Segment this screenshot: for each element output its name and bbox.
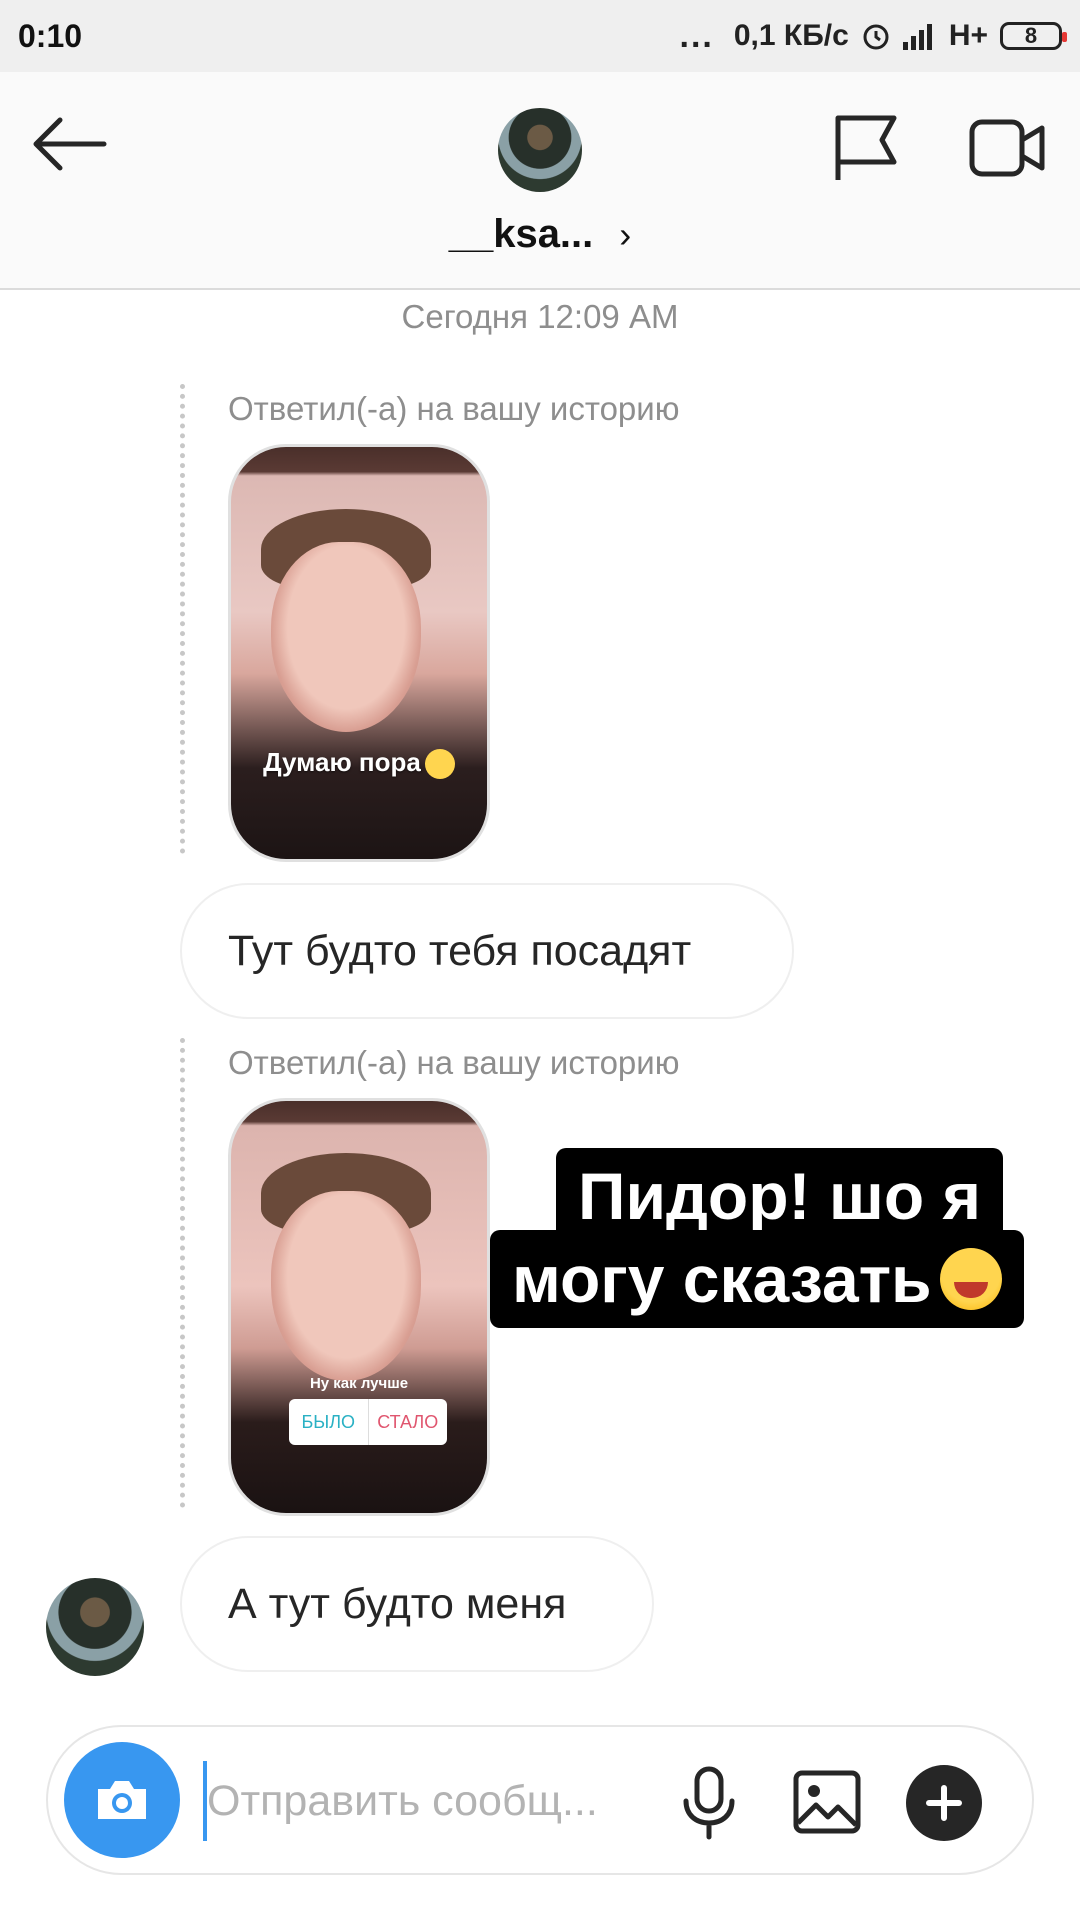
video-call-icon: [969, 119, 1045, 177]
network-speed: 0,1 КБ/с: [733, 19, 849, 52]
signal-icon: [902, 24, 932, 50]
header-avatar[interactable]: [498, 108, 582, 192]
camera-icon: [98, 1781, 146, 1819]
chat-timestamp: Сегодня 12:09 AM: [401, 298, 679, 335]
voice-message-button[interactable]: [676, 1765, 742, 1841]
network-type: H+: [948, 19, 988, 52]
battery-level: 8: [1024, 23, 1038, 48]
video-call-button[interactable]: [968, 116, 1046, 180]
overlay-text-line-2: могу сказать: [490, 1230, 1024, 1328]
battery-icon: 8: [1000, 22, 1067, 50]
message-bubble[interactable]: А тут будто меня: [180, 1536, 654, 1672]
smile-emoji-icon: [424, 749, 455, 780]
plus-icon: [926, 1785, 962, 1821]
laughing-emoji-icon: [939, 1248, 1002, 1310]
notification-dots: ...: [679, 17, 714, 55]
story-caption: Думаю пора: [231, 747, 487, 780]
reply-divider: [180, 1038, 186, 1508]
message-composer: Отправить сообщ...: [46, 1725, 1034, 1875]
back-button[interactable]: [30, 112, 110, 176]
story-reply-label: Ответил(-а) на вашу историю: [228, 1044, 680, 1081]
story-photo-face: [271, 1191, 421, 1381]
poll-sticker: БЫЛО СТАЛО: [289, 1399, 447, 1445]
reply-divider: [180, 384, 186, 854]
message-text: А тут будто меня: [228, 1579, 567, 1628]
flag-icon: [835, 115, 897, 180]
camera-button[interactable]: [64, 1742, 180, 1858]
story-reply-label: Ответил(-а) на вашу историю: [228, 390, 680, 427]
status-bar: 0:10 ... 0,1 КБ/с H+ 8: [0, 0, 1080, 72]
sender-avatar[interactable]: [46, 1578, 144, 1676]
story-photo-face: [271, 542, 421, 732]
poll-option-a: БЫЛО: [289, 1399, 369, 1445]
message-text: Тут будто тебя посадят: [228, 926, 692, 975]
poll-option-b: СТАЛО: [377, 1411, 439, 1432]
gallery-button[interactable]: [792, 1769, 862, 1835]
report-button[interactable]: [830, 110, 900, 184]
header-username-link[interactable]: __ksa... ›: [0, 212, 1080, 257]
message-input-placeholder: Отправить сообщ...: [207, 1776, 598, 1825]
username: __ksa...: [448, 212, 594, 256]
more-options-button[interactable]: [906, 1765, 982, 1841]
image-icon: [793, 1770, 861, 1834]
poll-question: Ну как лучше: [309, 1375, 409, 1392]
story-thumbnail[interactable]: Ну как лучше БЫЛО СТАЛО: [228, 1098, 490, 1516]
message-input[interactable]: Отправить сообщ...: [203, 1761, 683, 1841]
chevron-right-icon: ›: [619, 214, 632, 255]
alarm-icon: [863, 24, 889, 50]
arrow-left-icon: [33, 117, 107, 171]
story-thumbnail[interactable]: Думаю пора: [228, 444, 490, 862]
message-bubble[interactable]: Тут будто тебя посадят: [180, 883, 794, 1019]
chat-header: __ksa... ›: [0, 72, 1080, 290]
status-time: 0:10: [18, 17, 83, 54]
microphone-icon: [683, 1766, 735, 1840]
status-indicators: ... 0,1 КБ/с H+ 8: [679, 17, 1067, 55]
